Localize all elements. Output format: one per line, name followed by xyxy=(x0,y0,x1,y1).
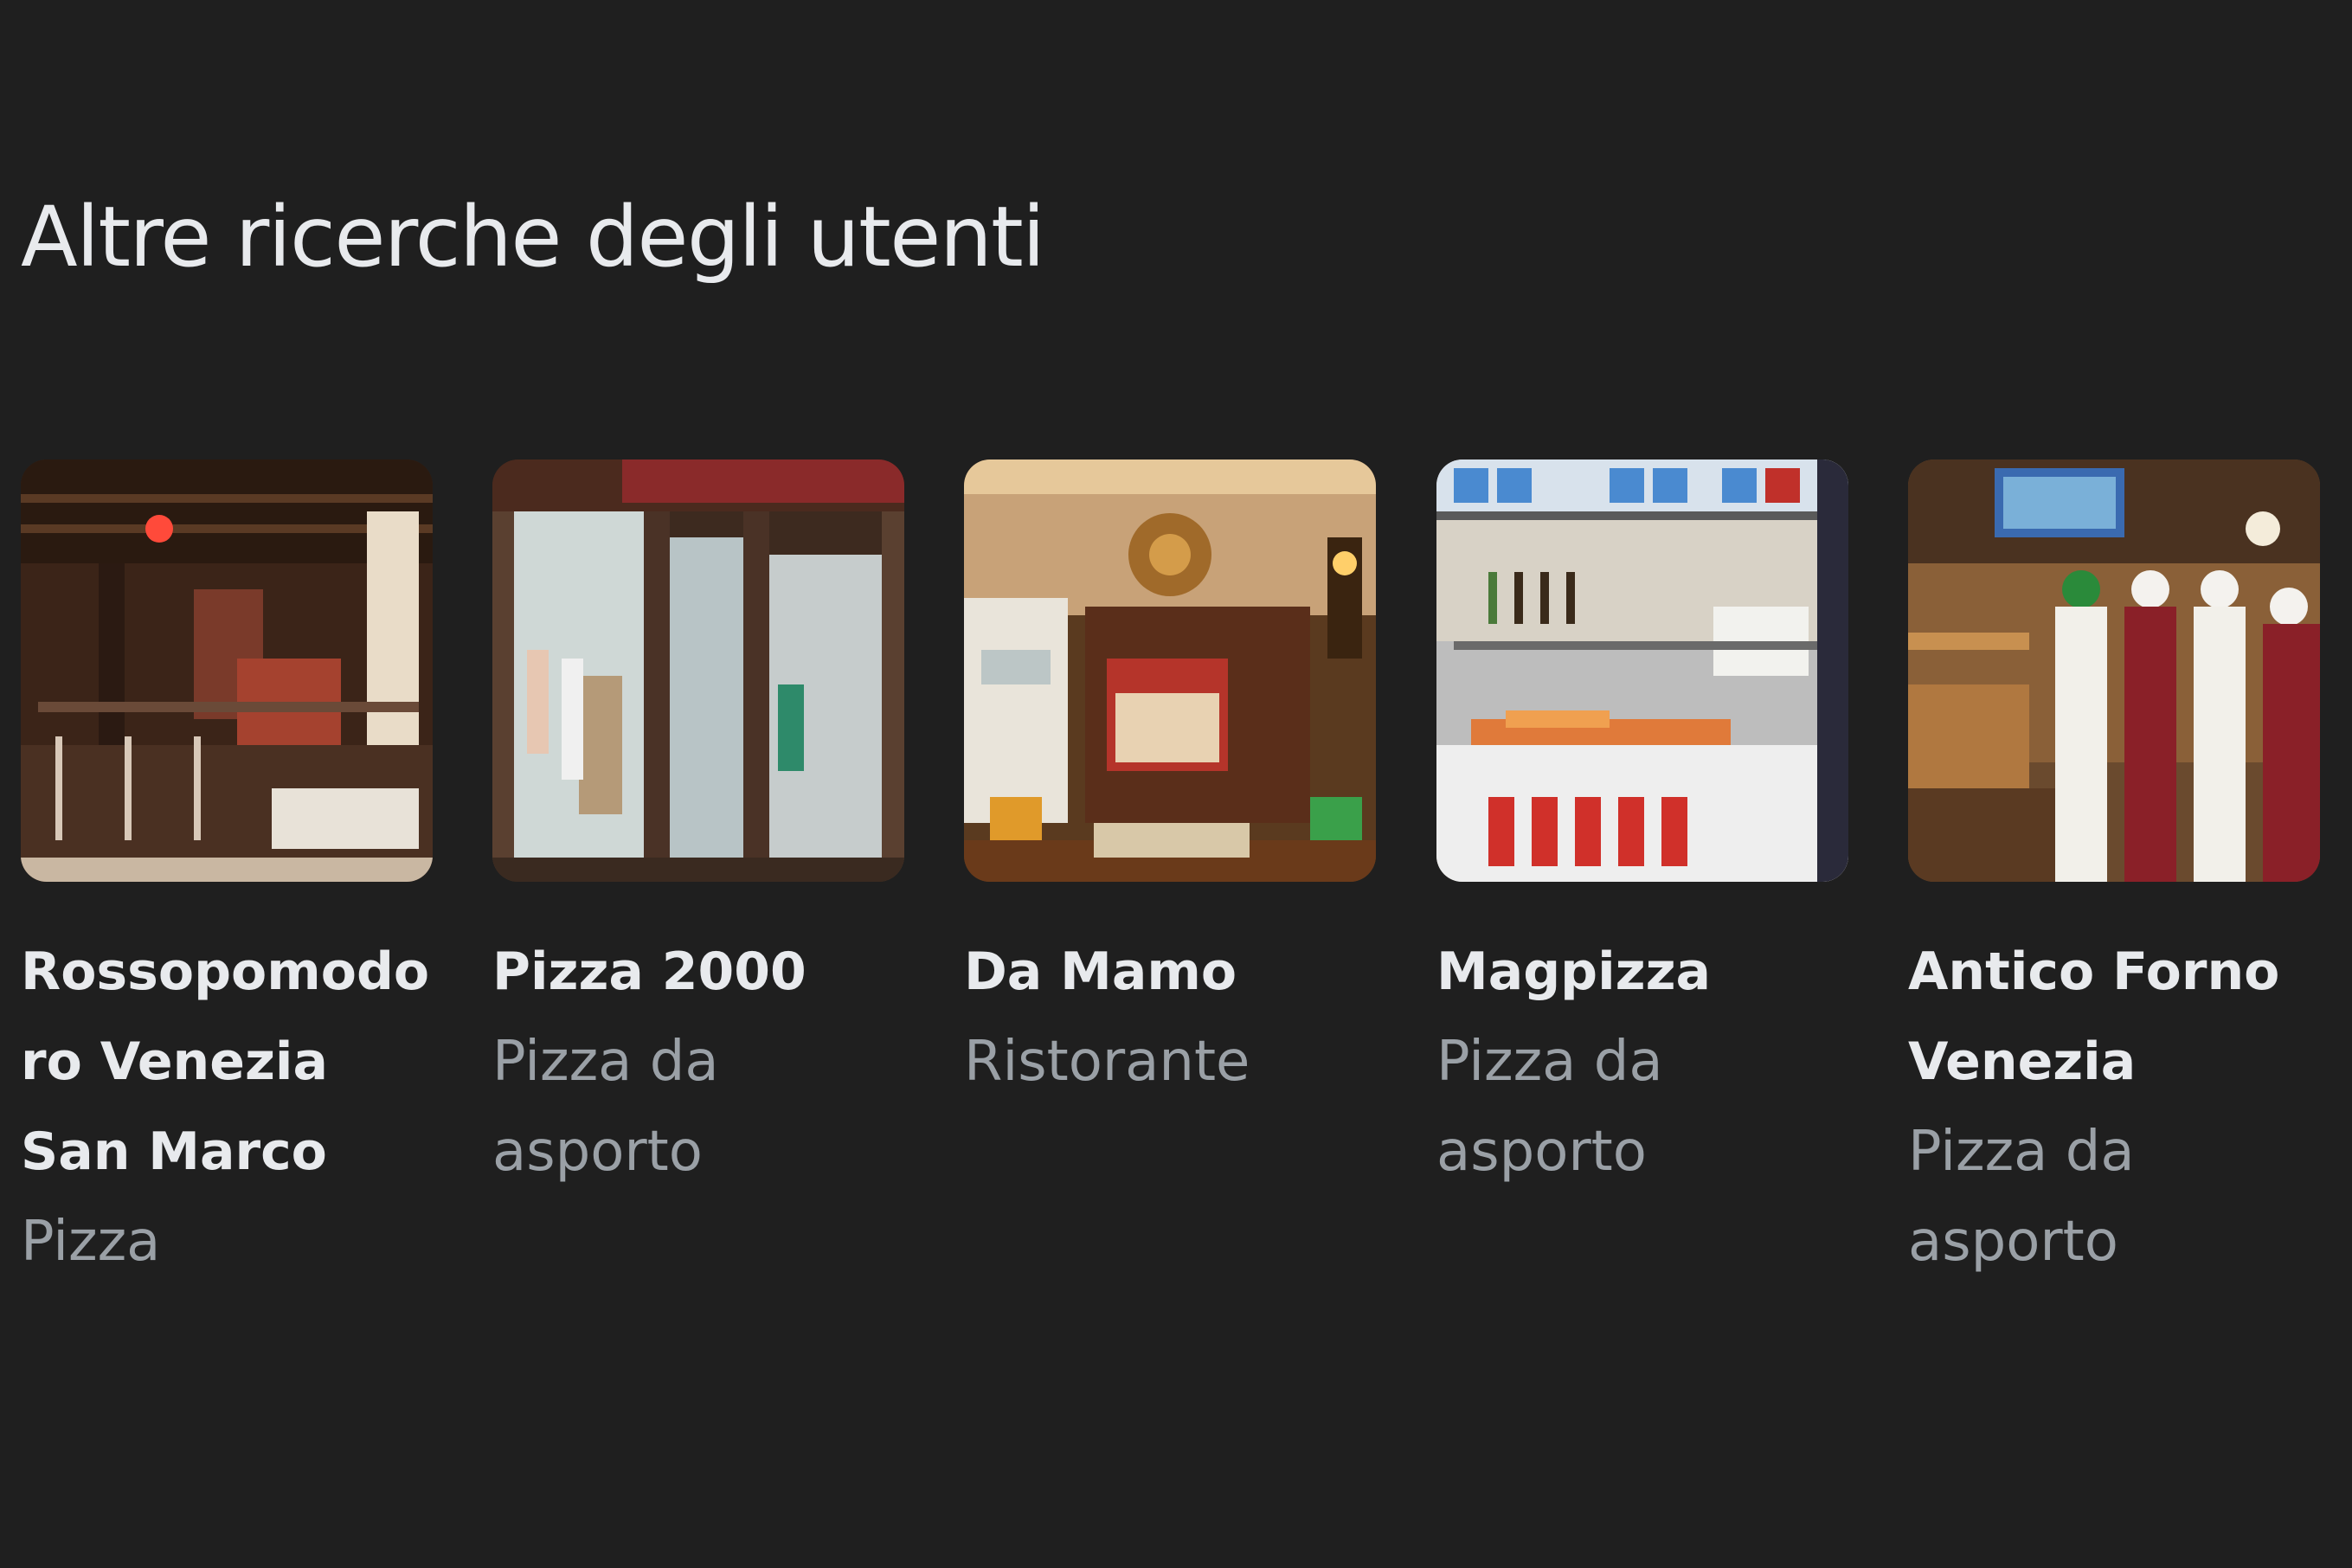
place-card-1[interactable]: Rossopomodoro Venezia San Marco Pizza xyxy=(21,459,433,1287)
section-title: Altre ricerche degli utenti xyxy=(21,189,1045,286)
place-type: Pizza da asporto xyxy=(492,1030,719,1184)
place-type: Ristorante xyxy=(964,1030,1250,1094)
place-photo[interactable] xyxy=(21,459,433,882)
place-photo[interactable] xyxy=(1908,459,2320,882)
place-card-4[interactable]: Magpizza Pizza da asporto xyxy=(1436,459,1848,1197)
place-photo[interactable] xyxy=(1436,459,1848,882)
place-name[interactable]: Pizza 2000 xyxy=(492,927,904,1017)
place-type: Pizza da asporto xyxy=(1908,1120,2135,1274)
place-type: Pizza da asporto xyxy=(1436,1030,1663,1184)
place-name[interactable]: Da Mamo xyxy=(964,927,1376,1017)
place-photo[interactable] xyxy=(492,459,904,882)
place-name[interactable]: Antico Forno Venezia xyxy=(1908,927,2320,1107)
place-type: Pizza xyxy=(21,1210,161,1274)
place-card-2[interactable]: Pizza 2000 Pizza da asporto xyxy=(492,459,904,1197)
place-card-3[interactable]: Da Mamo Ristorante xyxy=(964,459,1376,1107)
place-name[interactable]: Rossopomodoro Venezia San Marco xyxy=(21,927,433,1197)
place-name[interactable]: Magpizza xyxy=(1436,927,1848,1017)
place-photo[interactable] xyxy=(964,459,1376,882)
place-card-5[interactable]: Antico Forno Venezia Pizza da asporto xyxy=(1908,459,2320,1287)
